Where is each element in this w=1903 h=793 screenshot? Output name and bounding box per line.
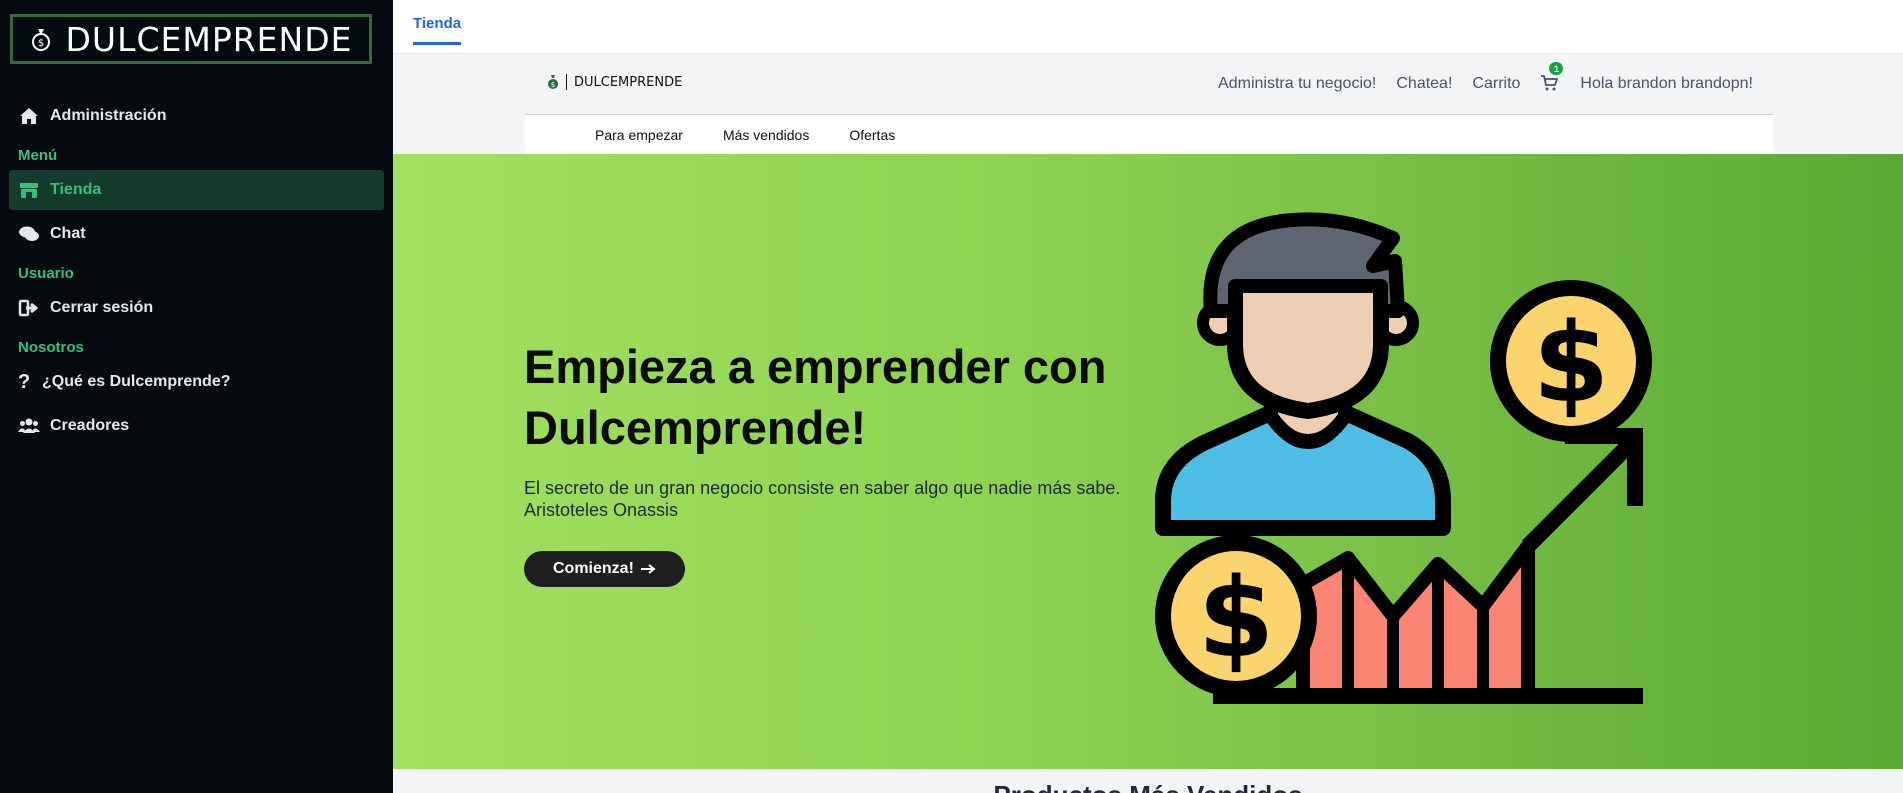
svg-text:$: $ <box>1533 299 1610 427</box>
sidebar-item-creadores[interactable]: Creadores <box>9 406 384 446</box>
cart-count-badge: 1 <box>1549 62 1564 75</box>
section-label-nosotros: Nosotros <box>18 338 84 356</box>
entrepreneur-illustration: $ $ <box>1155 212 1652 704</box>
hero-title: Empieza a emprender con Dulcemprende! <box>524 340 1107 454</box>
sidebar-item-label: ¿Qué es Dulcemprende? <box>42 373 231 390</box>
sidebar: $ DULCEMPRENDE Administración Menú Tiend… <box>0 0 393 793</box>
chat-link[interactable]: Chatea! <box>1396 75 1452 93</box>
cart-button[interactable]: 1 <box>1540 62 1564 94</box>
sidebar-item-que-es[interactable]: ? ¿Qué es Dulcemprende? <box>9 362 384 402</box>
store-logo-text: DULCEMPRENDE <box>574 74 683 90</box>
hero-quote-text: El secreto de un gran negocio consiste e… <box>524 478 1121 498</box>
main-content: $ DULCEMPRENDE Administra tu negocio! Ch… <box>393 54 1903 793</box>
logo-divider <box>566 74 567 90</box>
hero-banner: Empieza a emprender con Dulcemprende! El… <box>393 154 1903 769</box>
sign-out-icon <box>18 299 39 317</box>
money-bag-icon: $ <box>31 29 50 51</box>
hero-quote-author: Aristoteles Onassis <box>524 500 679 520</box>
cart-icon <box>1541 75 1559 91</box>
sidebar-item-administracion[interactable]: Administración <box>9 96 384 136</box>
section-label-menu: Menú <box>18 146 58 164</box>
sidebar-item-label: Chat <box>50 225 86 242</box>
cart-link[interactable]: Carrito <box>1472 75 1520 93</box>
home-icon <box>20 108 38 124</box>
subnav-mas-vendidos[interactable]: Más vendidos <box>723 127 809 143</box>
question-icon: ? <box>18 371 31 393</box>
svg-text:$: $ <box>37 38 43 49</box>
sidebar-item-label: Creadores <box>50 417 130 434</box>
section-label-usuario: Usuario <box>18 264 74 282</box>
tab-tienda[interactable]: Tienda <box>413 15 462 45</box>
user-greeting[interactable]: Hola brandon brandopn! <box>1580 75 1753 93</box>
store-subnav: Para empezar Más vendidos Ofertas <box>525 114 1773 154</box>
brand-logo[interactable]: $ DULCEMPRENDE <box>10 14 372 64</box>
subnav-ofertas[interactable]: Ofertas <box>849 127 895 143</box>
svg-text:$: $ <box>1198 554 1275 682</box>
hero-quote: El secreto de un gran negocio consiste e… <box>524 477 1144 521</box>
start-button[interactable]: Comienza! <box>524 551 685 587</box>
svg-text:$: $ <box>551 81 555 89</box>
arrow-right-icon <box>640 564 656 574</box>
store-icon <box>20 183 38 198</box>
sidebar-item-label: Tienda <box>50 181 102 198</box>
chat-icon <box>19 226 39 241</box>
sidebar-item-label: Cerrar sesión <box>50 299 154 316</box>
header-links: Administra tu negocio! Chatea! Carrito 1… <box>1218 62 1753 94</box>
section-heading: Productos Más Vendidos <box>393 780 1903 793</box>
brand-name: DULCEMPRENDE <box>65 19 353 59</box>
admin-business-link[interactable]: Administra tu negocio! <box>1218 75 1376 93</box>
store-header: $ DULCEMPRENDE Administra tu negocio! Ch… <box>525 54 1773 114</box>
money-bag-icon: $ <box>548 75 558 89</box>
sidebar-item-cerrar-sesion[interactable]: Cerrar sesión <box>9 288 384 328</box>
sidebar-item-tienda[interactable]: Tienda <box>9 170 384 210</box>
subnav-para-empezar[interactable]: Para empezar <box>595 127 683 143</box>
users-icon <box>18 418 40 433</box>
sidebar-item-label: Administración <box>50 107 167 124</box>
store-logo[interactable]: $ DULCEMPRENDE <box>547 74 682 90</box>
tab-bar: Tienda <box>393 0 1903 54</box>
sidebar-item-chat[interactable]: Chat <box>9 214 384 254</box>
start-button-label: Comienza! <box>553 560 634 577</box>
sidebar-nav: Administración Menú Tienda Chat Usuario <box>0 96 393 450</box>
